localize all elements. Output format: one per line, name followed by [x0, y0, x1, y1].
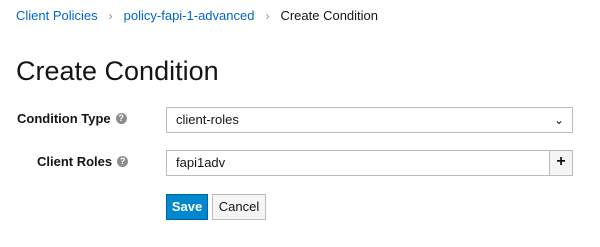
save-button[interactable]: Save [166, 194, 208, 220]
condition-type-label: Condition Type ? [17, 111, 127, 126]
help-icon[interactable]: ? [115, 113, 127, 124]
chevron-right-icon: › [108, 8, 113, 23]
cancel-button[interactable]: Cancel [212, 194, 266, 220]
condition-type-select[interactable]: client-roles ⌄ [166, 107, 573, 133]
add-role-button[interactable]: + [549, 150, 573, 176]
condition-type-value: client-roles [176, 112, 239, 127]
help-icon[interactable]: ? [117, 156, 129, 167]
client-roles-label: Client Roles ? [37, 154, 129, 169]
client-roles-label-text: Client Roles [37, 154, 113, 169]
breadcrumb-link-client-policies[interactable]: Client Policies [16, 8, 98, 23]
breadcrumb-current: Create Condition [280, 8, 379, 23]
breadcrumb: Client Policies › policy-fapi-1-advanced… [16, 8, 378, 23]
condition-type-label-text: Condition Type [17, 111, 111, 126]
client-roles-input[interactable]: fapi1adv [166, 150, 550, 176]
chevron-right-icon: › [265, 8, 270, 23]
breadcrumb-link-policy[interactable]: policy-fapi-1-advanced [124, 8, 255, 23]
page-title: Create Condition [16, 56, 219, 86]
chevron-down-icon: ⌄ [553, 113, 564, 127]
